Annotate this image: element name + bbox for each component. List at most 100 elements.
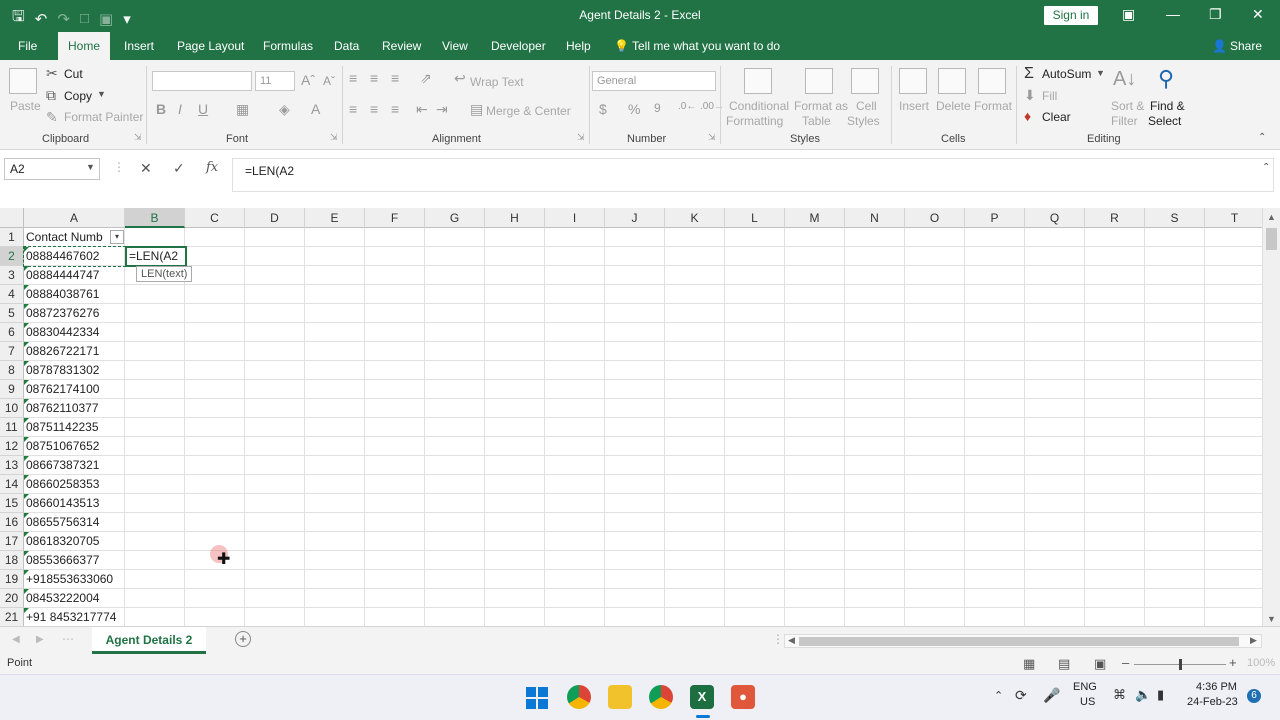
alignment-dialog-launcher-icon[interactable]: ⇲ bbox=[577, 132, 585, 143]
row-header-1[interactable]: 1 bbox=[0, 228, 24, 247]
number-format-combo[interactable]: General bbox=[592, 71, 716, 91]
tab-insert[interactable]: Insert bbox=[124, 39, 154, 53]
decrease-font-icon[interactable]: Aˇ bbox=[323, 74, 335, 88]
increase-indent-icon[interactable]: ⇥ bbox=[436, 101, 448, 118]
tab-home[interactable]: Home bbox=[58, 32, 111, 60]
page-break-view-icon[interactable]: ▣ bbox=[1094, 656, 1106, 672]
zoom-slider-thumb[interactable] bbox=[1179, 659, 1182, 670]
sign-in-button[interactable]: Sign in bbox=[1044, 6, 1098, 25]
cell-styles-button[interactable]: Cell bbox=[856, 99, 877, 113]
volume-icon[interactable]: 🔈 bbox=[1135, 687, 1151, 703]
row-header-12[interactable]: 12 bbox=[0, 437, 24, 456]
horizontal-scrollbar[interactable]: ◀ ▶ bbox=[784, 634, 1262, 648]
battery-icon[interactable]: ▮ bbox=[1157, 687, 1164, 703]
tab-formulas[interactable]: Formulas bbox=[263, 39, 313, 53]
horizontal-scroll-thumb[interactable] bbox=[799, 637, 1239, 646]
excel-icon[interactable]: X bbox=[690, 685, 714, 709]
fill-color-icon[interactable]: ◈ bbox=[279, 101, 290, 118]
row-header-3[interactable]: 3 bbox=[0, 266, 24, 285]
formula-input[interactable]: =LEN(A2 bbox=[232, 158, 1274, 192]
underline-icon[interactable]: U bbox=[198, 101, 208, 117]
align-middle-icon[interactable]: ≡ bbox=[370, 70, 378, 86]
chrome-icon-2[interactable] bbox=[649, 685, 673, 709]
notification-badge[interactable]: 6 bbox=[1247, 689, 1261, 703]
cell-a8[interactable]: 08787831302 bbox=[24, 361, 125, 380]
column-header-j[interactable]: J bbox=[605, 208, 665, 228]
enter-entry-icon[interactable]: ✓ bbox=[173, 160, 185, 177]
cell-a18[interactable]: 08553666377 bbox=[24, 551, 125, 570]
row-header-4[interactable]: 4 bbox=[0, 285, 24, 304]
find-select-button[interactable]: Find & bbox=[1150, 99, 1185, 113]
screen-recorder-icon[interactable]: ● bbox=[731, 685, 755, 709]
cell-a20[interactable]: 08453222004 bbox=[24, 589, 125, 608]
sync-icon[interactable]: ⟳ bbox=[1015, 687, 1027, 704]
italic-icon[interactable]: I bbox=[178, 101, 182, 117]
cell-a13[interactable]: 08667387321 bbox=[24, 456, 125, 475]
cell-a7[interactable]: 08826722171 bbox=[24, 342, 125, 361]
clear-button[interactable]: Clear bbox=[1042, 110, 1071, 124]
tab-review[interactable]: Review bbox=[382, 39, 421, 53]
cancel-entry-icon[interactable]: ✕ bbox=[140, 160, 152, 177]
column-header-p[interactable]: P bbox=[965, 208, 1025, 228]
column-header-t[interactable]: T bbox=[1205, 208, 1262, 228]
row-header-14[interactable]: 14 bbox=[0, 475, 24, 494]
column-header-s[interactable]: S bbox=[1145, 208, 1205, 228]
row-header-2[interactable]: 2 bbox=[0, 247, 24, 266]
autosum-button[interactable]: AutoSum bbox=[1042, 67, 1091, 81]
prev-sheet-icon[interactable]: ◀ bbox=[12, 634, 20, 645]
column-header-g[interactable]: G bbox=[425, 208, 485, 228]
column-header-d[interactable]: D bbox=[245, 208, 305, 228]
tab-help[interactable]: Help bbox=[566, 39, 591, 53]
zoom-in-icon[interactable]: + bbox=[1229, 655, 1237, 670]
microphone-icon[interactable]: 🎤 bbox=[1043, 687, 1060, 704]
vertical-scrollbar[interactable]: ▲ ▼ bbox=[1262, 208, 1280, 626]
column-header-i[interactable]: I bbox=[545, 208, 605, 228]
wifi-icon[interactable]: ⌘ bbox=[1113, 687, 1126, 703]
tab-page-layout[interactable]: Page Layout bbox=[177, 39, 244, 53]
column-header-l[interactable]: L bbox=[725, 208, 785, 228]
tab-file[interactable]: File bbox=[18, 39, 37, 53]
scroll-right-icon[interactable]: ▶ bbox=[1250, 635, 1257, 646]
restore-icon[interactable]: ❐ bbox=[1209, 6, 1222, 23]
dialog-launcher-icon[interactable]: ⇲ bbox=[134, 132, 142, 143]
format-cells-button[interactable]: Format bbox=[974, 99, 1012, 113]
merge-center-button[interactable]: Merge & Center bbox=[486, 104, 571, 118]
orientation-icon[interactable]: ⇗ bbox=[420, 70, 432, 87]
cell-a15[interactable]: 08660143513 bbox=[24, 494, 125, 513]
cell-a21[interactable]: +91 8453217774 bbox=[24, 608, 125, 626]
ribbon-display-options-icon[interactable]: ▣ bbox=[1122, 6, 1135, 23]
normal-view-icon[interactable]: ▦ bbox=[1023, 656, 1035, 672]
sort-filter-button[interactable]: Sort & bbox=[1111, 99, 1144, 113]
tab-view[interactable]: View bbox=[442, 39, 468, 53]
insert-function-icon[interactable]: fx bbox=[206, 160, 218, 175]
comma-style-icon[interactable]: 9 bbox=[654, 101, 661, 115]
tab-data[interactable]: Data bbox=[334, 39, 359, 53]
column-header-f[interactable]: F bbox=[365, 208, 425, 228]
align-bottom-icon[interactable]: ≡ bbox=[391, 70, 399, 86]
row-header-19[interactable]: 19 bbox=[0, 570, 24, 589]
autosum-chevron-down-icon[interactable]: ▼ bbox=[1096, 68, 1105, 78]
next-sheet-icon[interactable]: ▶ bbox=[36, 634, 44, 645]
borders-icon[interactable]: ▦ bbox=[236, 101, 249, 118]
row-header-16[interactable]: 16 bbox=[0, 513, 24, 532]
bold-icon[interactable]: B bbox=[156, 101, 166, 117]
align-left-icon[interactable]: ≡ bbox=[349, 101, 357, 117]
format-as-table-button[interactable]: Format as bbox=[794, 99, 848, 113]
zoom-level[interactable]: 100% bbox=[1247, 657, 1275, 669]
column-header-q[interactable]: Q bbox=[1025, 208, 1085, 228]
column-header-c[interactable]: C bbox=[185, 208, 245, 228]
cell-a10[interactable]: 08762110377 bbox=[24, 399, 125, 418]
cell-a11[interactable]: 08751142235 bbox=[24, 418, 125, 437]
expand-formula-bar-icon[interactable]: ⌃ bbox=[1262, 162, 1270, 173]
increase-font-icon[interactable]: Aˆ bbox=[301, 72, 315, 88]
select-all-corner[interactable] bbox=[0, 208, 24, 228]
input-language[interactable]: ENG bbox=[1073, 681, 1097, 693]
align-top-icon[interactable]: ≡ bbox=[349, 70, 357, 86]
cell-a4[interactable]: 08884038761 bbox=[24, 285, 125, 304]
row-header-6[interactable]: 6 bbox=[0, 323, 24, 342]
row-header-10[interactable]: 10 bbox=[0, 399, 24, 418]
font-size-combo[interactable]: 11 bbox=[255, 71, 295, 91]
tray-overflow-icon[interactable]: ⌃ bbox=[994, 689, 1003, 702]
cell-a17[interactable]: 08618320705 bbox=[24, 532, 125, 551]
currency-icon[interactable]: $ bbox=[599, 101, 607, 117]
